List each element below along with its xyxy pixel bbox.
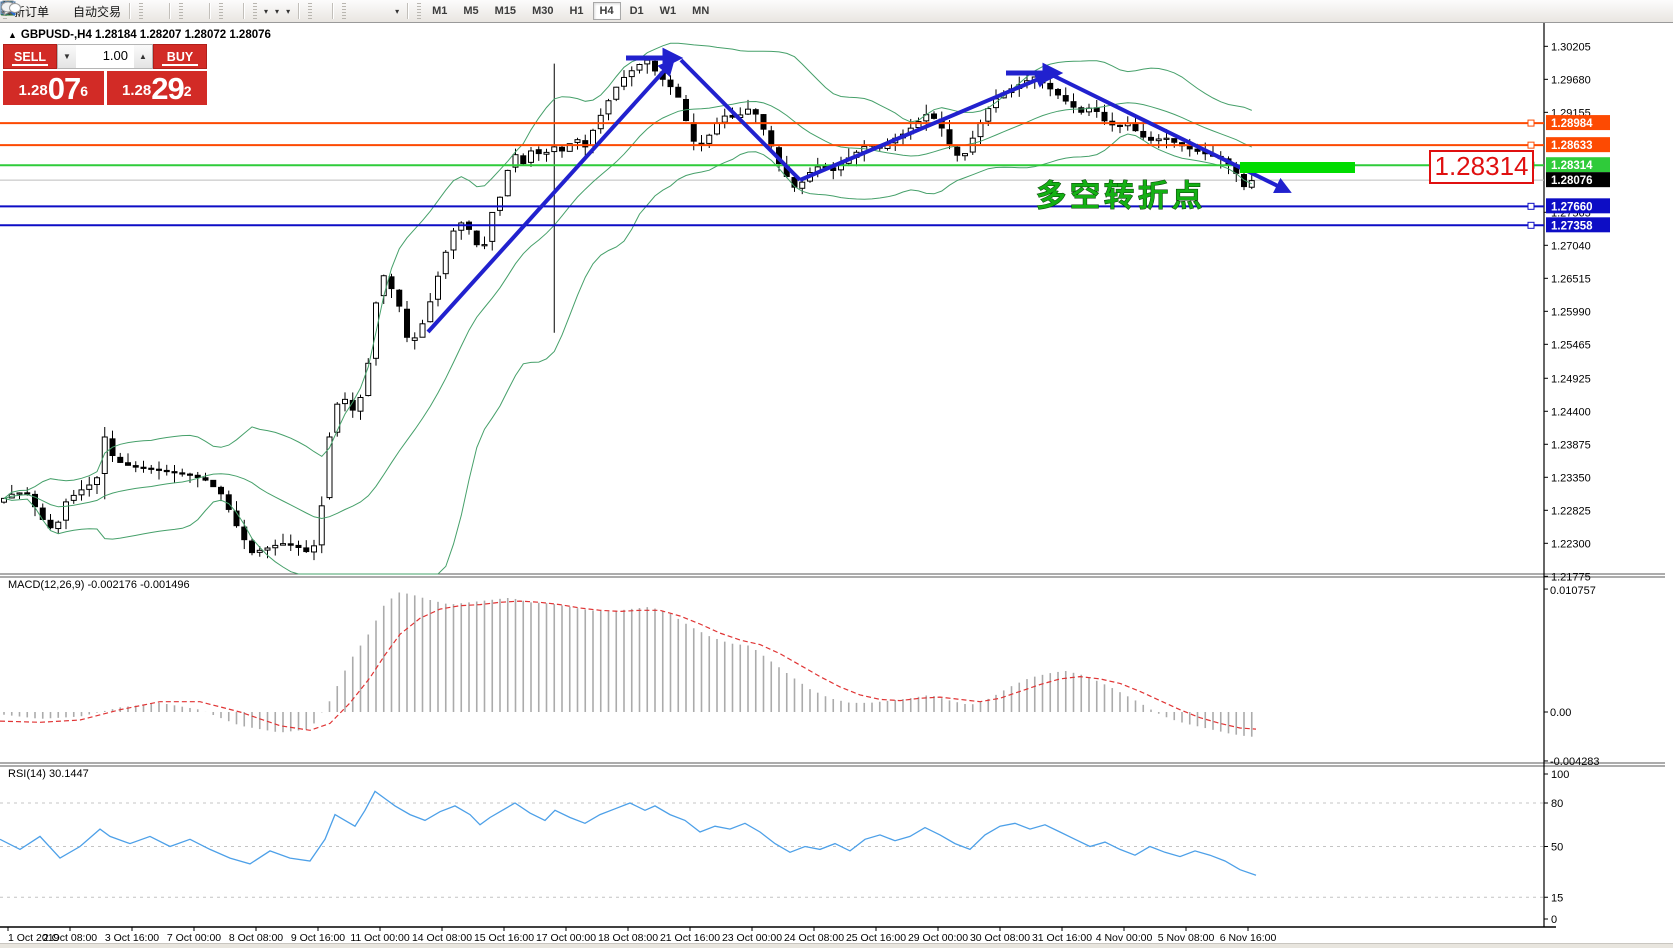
buy-price-prefix: 1.28 bbox=[122, 78, 151, 104]
tile-windows-button[interactable] bbox=[198, 1, 204, 21]
pane-separators[interactable] bbox=[0, 22, 1665, 927]
timeframe-button-m1[interactable]: M1 bbox=[425, 2, 454, 20]
autotrading-label: 自动交易 bbox=[73, 3, 121, 20]
shapes-caret-icon: ▾ bbox=[395, 7, 399, 16]
timeframe-button-h4[interactable]: H4 bbox=[593, 2, 621, 20]
rsi-axis[interactable]: 100 80 50 15 0 bbox=[0, 769, 1569, 926]
timeframe-button-d1[interactable]: D1 bbox=[623, 2, 651, 20]
indicators-caret-icon: ▾ bbox=[264, 7, 268, 16]
svg-text:80: 80 bbox=[1551, 798, 1563, 810]
svg-text:1.22825: 1.22825 bbox=[1551, 505, 1591, 517]
macd-label: MACD(12,26,9) -0.002176 -0.001496 bbox=[8, 579, 190, 591]
svg-text:1.25990: 1.25990 bbox=[1551, 306, 1591, 318]
green-highlight-rect[interactable] bbox=[1240, 162, 1355, 173]
svg-text:1.23875: 1.23875 bbox=[1551, 439, 1591, 451]
svg-text:1.25465: 1.25465 bbox=[1551, 339, 1591, 351]
svg-text:15: 15 bbox=[1551, 892, 1563, 904]
rsi-label: RSI(14) 30.1447 bbox=[8, 768, 89, 780]
sell-price-sup: 6 bbox=[80, 71, 88, 111]
chart-title-text: GBPUSD-,H4 1.28184 1.28207 1.28072 1.280… bbox=[21, 29, 271, 41]
svg-text:0: 0 bbox=[1551, 914, 1557, 926]
svg-text:0.00: 0.00 bbox=[1550, 707, 1571, 719]
svg-text:1.27660: 1.27660 bbox=[1551, 201, 1593, 213]
mt4-window: 新订单 自动交易 bbox=[0, 0, 1673, 948]
rsi-pane bbox=[0, 791, 1256, 875]
svg-text:0.010757: 0.010757 bbox=[1550, 585, 1596, 597]
svg-text:1.22300: 1.22300 bbox=[1551, 538, 1591, 550]
sell-button[interactable]: SELL bbox=[3, 44, 57, 69]
buy-price-sup: 2 bbox=[184, 71, 192, 111]
buy-price[interactable]: 1.28292 bbox=[107, 71, 208, 105]
timeframe-button-m5[interactable]: M5 bbox=[456, 2, 485, 20]
svg-text:1.21775: 1.21775 bbox=[1551, 571, 1591, 583]
svg-text:1.24400: 1.24400 bbox=[1551, 406, 1591, 418]
indicators-button[interactable]: ▾ bbox=[260, 1, 271, 21]
templates-caret-icon: ▾ bbox=[286, 7, 290, 16]
svg-text:1.30205: 1.30205 bbox=[1551, 41, 1591, 53]
sell-price[interactable]: 1.28076 bbox=[3, 71, 104, 105]
svg-text:1.27358: 1.27358 bbox=[1551, 220, 1593, 232]
timeframe-button-w1[interactable]: W1 bbox=[653, 2, 684, 20]
volume-stepper: ▼ 1.00 ▲ bbox=[57, 44, 153, 69]
svg-text:1.23350: 1.23350 bbox=[1551, 472, 1591, 484]
crosshair-button[interactable] bbox=[321, 1, 327, 21]
price-box-text: 1.28314 bbox=[1435, 151, 1529, 181]
line-chart-button[interactable] bbox=[158, 1, 164, 21]
chart-shift-button[interactable] bbox=[232, 1, 238, 21]
chart-canvas[interactable]: 1.302051.296801.291551.275651.270401.265… bbox=[0, 0, 1673, 948]
svg-text:1.24925: 1.24925 bbox=[1551, 373, 1591, 385]
one-click-trade-panel: SELL ▼ 1.00 ▲ BUY 1.28076 1.28292 bbox=[3, 44, 207, 105]
sell-price-prefix: 1.28 bbox=[19, 78, 48, 104]
timeframe-button-mn[interactable]: MN bbox=[685, 2, 716, 20]
svg-text:1.28314: 1.28314 bbox=[1551, 160, 1593, 172]
svg-text:1.28633: 1.28633 bbox=[1551, 140, 1593, 152]
volume-down-button[interactable]: ▼ bbox=[58, 45, 76, 68]
window-bottom-edge bbox=[0, 943, 1673, 948]
sell-price-big: 07 bbox=[48, 73, 80, 104]
chat-icon[interactable] bbox=[0, 0, 22, 16]
buy-button[interactable]: BUY bbox=[153, 44, 207, 69]
volume-up-button[interactable]: ▲ bbox=[134, 45, 152, 68]
svg-text:1.26515: 1.26515 bbox=[1551, 273, 1591, 285]
timeframe-button-h1[interactable]: H1 bbox=[562, 2, 590, 20]
time-axis[interactable]: 1 Oct 20192 Oct 08:003 Oct 16:007 Oct 00… bbox=[8, 927, 1276, 944]
timeframe-button-m30[interactable]: M30 bbox=[525, 2, 560, 20]
svg-text:50: 50 bbox=[1551, 842, 1563, 854]
templates-button[interactable]: ▾ bbox=[282, 1, 293, 21]
volume-value[interactable]: 1.00 bbox=[76, 45, 134, 68]
macd-pane bbox=[0, 593, 1256, 737]
chart-title: ▲ GBPUSD-,H4 1.28184 1.28207 1.28072 1.28… bbox=[8, 29, 271, 41]
svg-text:1.29680: 1.29680 bbox=[1551, 74, 1591, 86]
turning-point-annotation[interactable]: 多空转折点 bbox=[1036, 180, 1206, 213]
autotrading-button[interactable]: 自动交易 bbox=[70, 1, 124, 21]
candles-layer bbox=[2, 57, 1255, 560]
timeframe-button-m15[interactable]: M15 bbox=[488, 2, 523, 20]
main-toolbar: 新订单 自动交易 bbox=[0, 0, 1673, 23]
periods-button[interactable]: ▾ bbox=[271, 1, 282, 21]
periods-caret-icon: ▾ bbox=[275, 7, 279, 16]
timeframe-toolbar: M1M5M15M30H1H4D1W1MN bbox=[424, 2, 717, 20]
shapes-button[interactable]: ▾ bbox=[391, 1, 402, 21]
svg-text:1.28076: 1.28076 bbox=[1551, 175, 1593, 187]
svg-text:1.27040: 1.27040 bbox=[1551, 240, 1591, 252]
svg-text:100: 100 bbox=[1551, 769, 1569, 781]
svg-text:-0.004283: -0.004283 bbox=[1550, 756, 1600, 768]
buy-price-big: 29 bbox=[151, 73, 183, 104]
macd-axis[interactable]: 0.010757 0.00 -0.004283 bbox=[1544, 585, 1600, 768]
svg-text:1.28984: 1.28984 bbox=[1551, 118, 1593, 130]
symbol-collapse-icon[interactable]: ▲ bbox=[8, 30, 17, 40]
